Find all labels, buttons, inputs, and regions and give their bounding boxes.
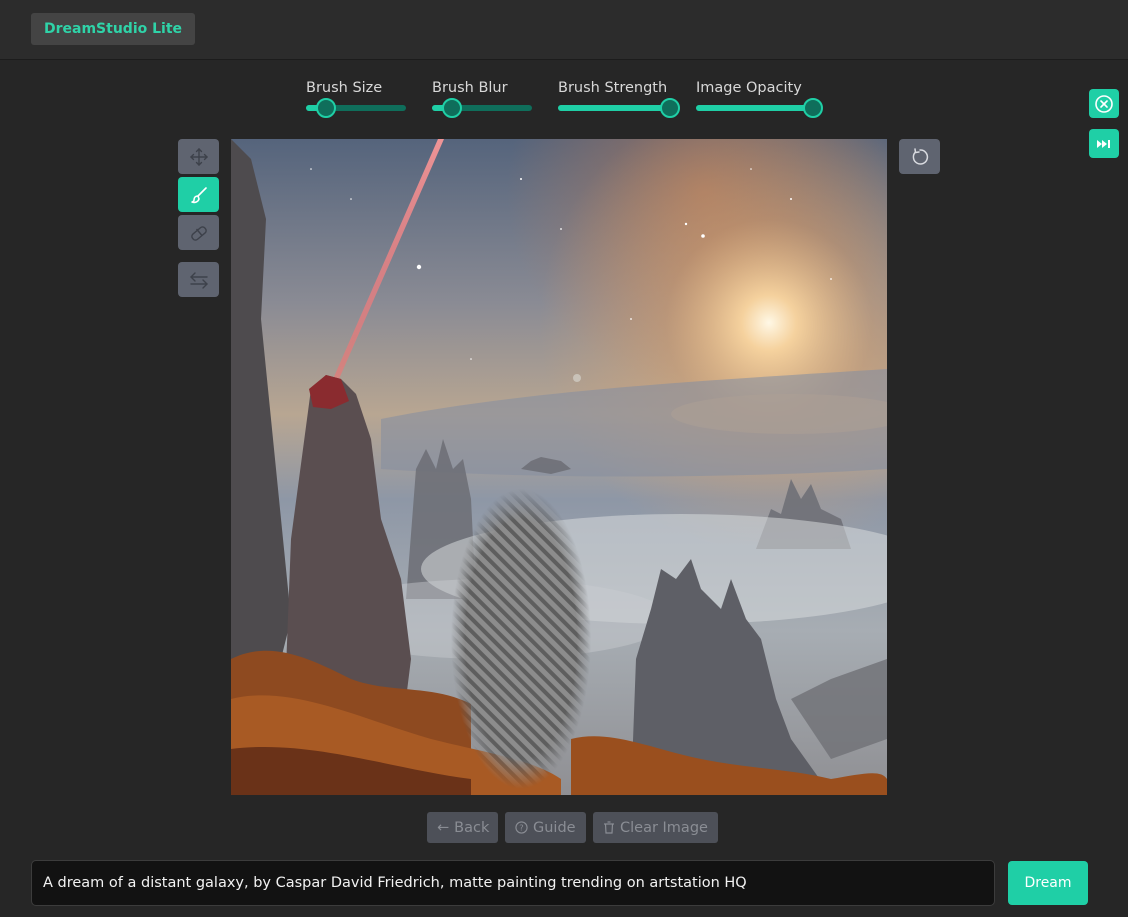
image-canvas[interactable] — [231, 139, 887, 795]
clear-image-label: Clear Image — [620, 819, 708, 836]
close-circle-icon — [1095, 94, 1113, 113]
app-title[interactable]: DreamStudio Lite — [31, 13, 196, 45]
swap-arrows-icon — [189, 271, 208, 289]
image-opacity-fill — [696, 105, 813, 111]
brush-size-slider[interactable]: Brush Size — [306, 80, 406, 120]
trash-icon — [604, 821, 614, 834]
guide-button[interactable]: ? Guide — [505, 812, 586, 843]
skip-button[interactable] — [1089, 129, 1119, 158]
brush-size-label: Brush Size — [306, 80, 383, 96]
help-circle-icon: ? — [515, 821, 528, 834]
top-bar: DreamStudio Lite — [0, 0, 1128, 60]
rotate-ccw-icon — [912, 147, 928, 165]
back-label: Back — [454, 819, 490, 836]
eraser-tool-button[interactable] — [178, 215, 219, 250]
brush-strength-fill — [558, 105, 670, 111]
fast-forward-icon — [1097, 139, 1110, 148]
galaxy-painting — [231, 139, 887, 795]
svg-text:?: ? — [519, 822, 523, 832]
brush-strength-track[interactable] — [558, 98, 680, 118]
dream-button[interactable]: Dream — [1008, 861, 1088, 905]
eraser-icon — [190, 225, 207, 241]
image-opacity-slider[interactable]: Image Opacity — [696, 80, 826, 120]
move-tool-button[interactable] — [178, 139, 219, 174]
back-button[interactable]: ← Back — [427, 812, 498, 843]
guide-label: Guide — [533, 819, 576, 836]
brush-tool-button[interactable] — [178, 177, 219, 212]
image-opacity-thumb[interactable] — [803, 98, 823, 118]
brush-blur-slider[interactable]: Brush Blur — [432, 80, 532, 120]
brush-strength-slider[interactable]: Brush Strength — [558, 80, 680, 120]
prompt-input[interactable]: A dream of a distant galaxy, by Caspar D… — [31, 860, 995, 906]
clear-image-button[interactable]: Clear Image — [593, 812, 718, 843]
arrow-left-icon: ← — [437, 819, 450, 836]
image-opacity-label: Image Opacity — [696, 80, 802, 96]
reset-button[interactable] — [899, 139, 940, 174]
brush-strength-label: Brush Strength — [558, 80, 668, 96]
brush-blur-track[interactable] — [432, 98, 532, 118]
swap-tool-button[interactable] — [178, 262, 219, 297]
brush-blur-thumb[interactable] — [442, 98, 462, 118]
brush-icon — [190, 186, 207, 203]
close-button[interactable] — [1089, 89, 1119, 118]
brush-size-thumb[interactable] — [316, 98, 336, 118]
brush-blur-label: Brush Blur — [432, 80, 508, 96]
move-icon — [189, 147, 208, 166]
image-opacity-track[interactable] — [696, 98, 823, 118]
brush-size-track[interactable] — [306, 98, 406, 118]
brush-strength-thumb[interactable] — [660, 98, 680, 118]
